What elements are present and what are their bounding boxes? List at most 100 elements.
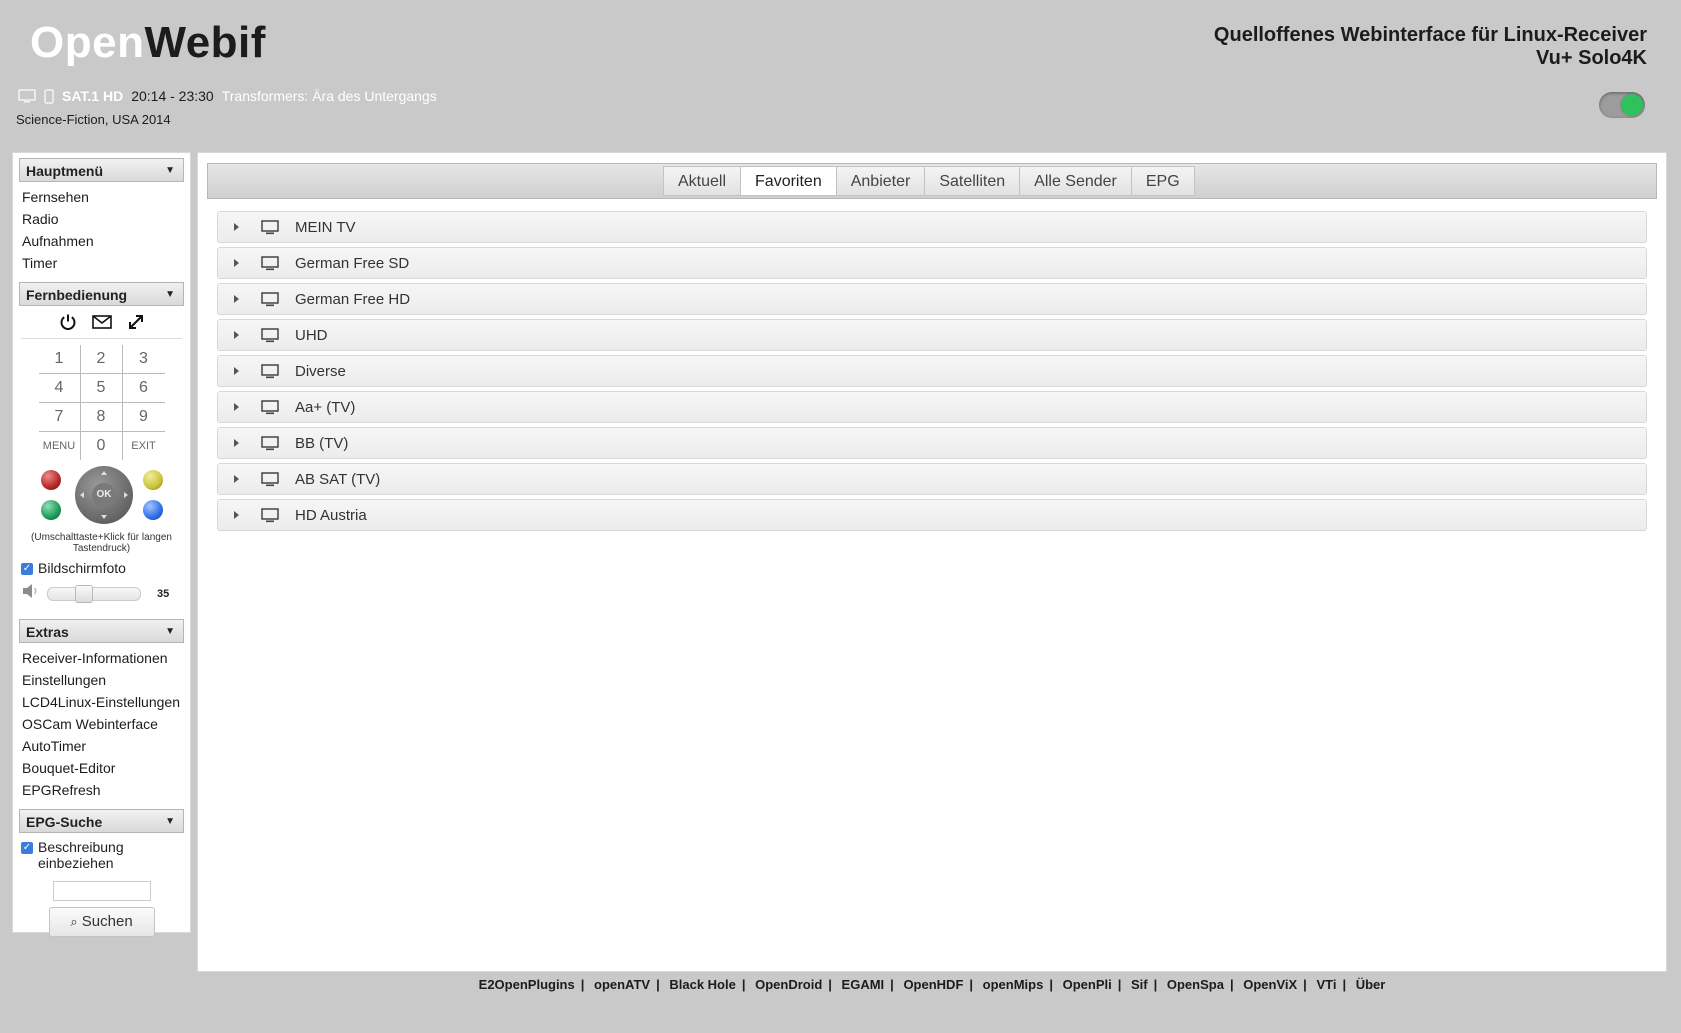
green-button[interactable] xyxy=(41,500,61,520)
bouquet-row[interactable]: German Free SD xyxy=(217,247,1647,279)
include-description-checkbox-row[interactable]: ✓ Beschreibung einbeziehen xyxy=(13,839,190,871)
bouquet-name: Aa+ (TV) xyxy=(295,398,356,416)
remote-key-1[interactable]: 1 xyxy=(38,345,81,374)
mobile-icon[interactable] xyxy=(44,88,54,104)
volume-slider[interactable] xyxy=(47,584,141,603)
expand-arrow-icon[interactable] xyxy=(234,259,239,267)
bouquet-tabs: Aktuell Favoriten Anbieter Satelliten Al… xyxy=(663,166,1195,196)
menu-item-epgrefresh[interactable]: EPGRefresh xyxy=(22,779,190,801)
yellow-button[interactable] xyxy=(143,470,163,490)
separator: | xyxy=(828,977,832,992)
section-title: Fernbedienung xyxy=(26,287,128,303)
remote-key-8[interactable]: 8 xyxy=(80,403,123,432)
menu-item-settings[interactable]: Einstellungen xyxy=(22,669,190,691)
footer-link[interactable]: VTi xyxy=(1316,977,1336,992)
fullscreen-icon[interactable] xyxy=(127,313,145,336)
bouquet-row[interactable]: UHD xyxy=(217,319,1647,351)
main-menu-list: Fernsehen Radio Aufnahmen Timer xyxy=(13,186,190,274)
footer-link[interactable]: OpenDroid xyxy=(755,977,822,992)
bouquet-row[interactable]: AB SAT (TV) xyxy=(217,463,1647,495)
bouquet-row[interactable]: HD Austria xyxy=(217,499,1647,531)
expand-arrow-icon[interactable] xyxy=(234,439,239,447)
screenshot-checkbox-row[interactable]: ✓ Bildschirmfoto xyxy=(13,560,190,576)
checkbox-checked-icon[interactable]: ✓ xyxy=(21,563,33,575)
footer-link[interactable]: openATV xyxy=(594,977,650,992)
event-time: 20:14 - 23:30 xyxy=(131,88,214,104)
separator: | xyxy=(580,977,585,992)
separator: | xyxy=(890,977,894,992)
blue-button[interactable] xyxy=(143,500,163,520)
footer-link[interactable]: Sif xyxy=(1131,977,1148,992)
menu-item-lcd4linux[interactable]: LCD4Linux-Einstellungen xyxy=(22,691,190,713)
search-button[interactable]: ⌕ Suchen xyxy=(48,907,155,937)
tagline-title: Quelloffenes Webinterface für Linux-Rece… xyxy=(1213,24,1647,46)
section-header-epg-search[interactable]: EPG-Suche ▼ xyxy=(19,809,184,833)
footer-link[interactable]: Über xyxy=(1356,977,1386,992)
menu-item-receiver-info[interactable]: Receiver-Informationen xyxy=(22,647,190,669)
current-channel[interactable]: SAT.1 HD xyxy=(62,88,123,104)
tab-epg[interactable]: EPG xyxy=(1130,166,1195,196)
expand-arrow-icon[interactable] xyxy=(234,295,239,303)
footer-link[interactable]: EGAMI xyxy=(842,977,885,992)
current-event[interactable]: Transformers: Ära des Untergangs xyxy=(222,88,437,104)
expand-arrow-icon[interactable] xyxy=(234,475,239,483)
footer-link[interactable]: OpenPli xyxy=(1063,977,1112,992)
remote-key-3[interactable]: 3 xyxy=(122,345,165,374)
remote-key-9[interactable]: 9 xyxy=(122,403,165,432)
theme-toggle[interactable] xyxy=(1599,92,1645,118)
menu-item-recordings[interactable]: Aufnahmen xyxy=(22,230,190,252)
menu-item-tv[interactable]: Fernsehen xyxy=(22,186,190,208)
speaker-icon[interactable] xyxy=(21,582,41,605)
menu-item-autotimer[interactable]: AutoTimer xyxy=(22,735,190,757)
epg-search-input[interactable] xyxy=(52,881,151,901)
menu-item-timer[interactable]: Timer xyxy=(22,252,190,274)
expand-arrow-icon[interactable] xyxy=(234,223,239,231)
menu-item-radio[interactable]: Radio xyxy=(22,208,190,230)
tab-anbieter[interactable]: Anbieter xyxy=(835,166,926,196)
remote-key-5[interactable]: 5 xyxy=(80,374,123,403)
remote-key-exit[interactable]: EXIT xyxy=(123,432,165,460)
tab-favoriten[interactable]: Favoriten xyxy=(740,166,837,196)
navigation-pad[interactable]: OK xyxy=(75,466,133,524)
remote-key-menu[interactable]: MENU xyxy=(39,432,81,460)
bouquet-row[interactable]: Diverse xyxy=(217,355,1647,387)
expand-arrow-icon[interactable] xyxy=(234,403,239,411)
bouquet-row[interactable]: MEIN TV xyxy=(217,211,1647,243)
remote-key-7[interactable]: 7 xyxy=(38,403,81,432)
power-icon[interactable] xyxy=(59,313,77,336)
main-panel: Aktuell Favoriten Anbieter Satelliten Al… xyxy=(197,152,1667,972)
remote-key-4[interactable]: 4 xyxy=(38,374,81,403)
footer-link[interactable]: openMips xyxy=(983,977,1044,992)
remote-hint: (Umschalttaste+Klick für langen Tastendr… xyxy=(31,532,172,554)
checkbox-checked-icon[interactable]: ✓ xyxy=(21,842,33,854)
remote-key-6[interactable]: 6 xyxy=(122,374,165,403)
section-header-main-menu[interactable]: Hauptmenü ▼ xyxy=(19,158,184,182)
expand-arrow-icon[interactable] xyxy=(234,367,239,375)
bouquet-row[interactable]: German Free HD xyxy=(217,283,1647,315)
tab-satelliten[interactable]: Satelliten xyxy=(924,166,1021,196)
expand-arrow-icon[interactable] xyxy=(234,331,239,339)
footer-link[interactable]: OpenHDF xyxy=(903,977,963,992)
expand-arrow-icon[interactable] xyxy=(234,511,239,519)
footer-link[interactable]: Black Hole xyxy=(669,977,735,992)
remote-key-2[interactable]: 2 xyxy=(80,345,123,374)
tab-alle-sender[interactable]: Alle Sender xyxy=(1019,166,1132,196)
remote-key-0[interactable]: 0 xyxy=(81,432,123,460)
ok-button[interactable]: OK xyxy=(92,483,116,507)
bouquet-row[interactable]: BB (TV) xyxy=(217,427,1647,459)
section-header-remote[interactable]: Fernbedienung ▼ xyxy=(19,282,184,306)
section-header-extras[interactable]: Extras ▼ xyxy=(19,619,184,643)
footer-link[interactable]: OpenSpa xyxy=(1167,977,1224,992)
bouquet-row[interactable]: Aa+ (TV) xyxy=(217,391,1647,423)
tv-icon xyxy=(261,291,279,306)
tv-screen-icon[interactable] xyxy=(18,89,36,103)
menu-item-oscam[interactable]: OSCam Webinterface xyxy=(22,713,190,735)
footer-link[interactable]: E2OpenPlugins xyxy=(479,977,575,992)
red-button[interactable] xyxy=(41,470,61,490)
menu-item-bouquet-editor[interactable]: Bouquet-Editor xyxy=(22,757,190,779)
volume-slider-thumb[interactable] xyxy=(75,584,93,603)
message-icon[interactable] xyxy=(91,314,112,335)
footer-link[interactable]: OpenViX xyxy=(1243,977,1297,992)
tv-icon xyxy=(261,363,279,378)
tab-aktuell[interactable]: Aktuell xyxy=(663,166,742,196)
